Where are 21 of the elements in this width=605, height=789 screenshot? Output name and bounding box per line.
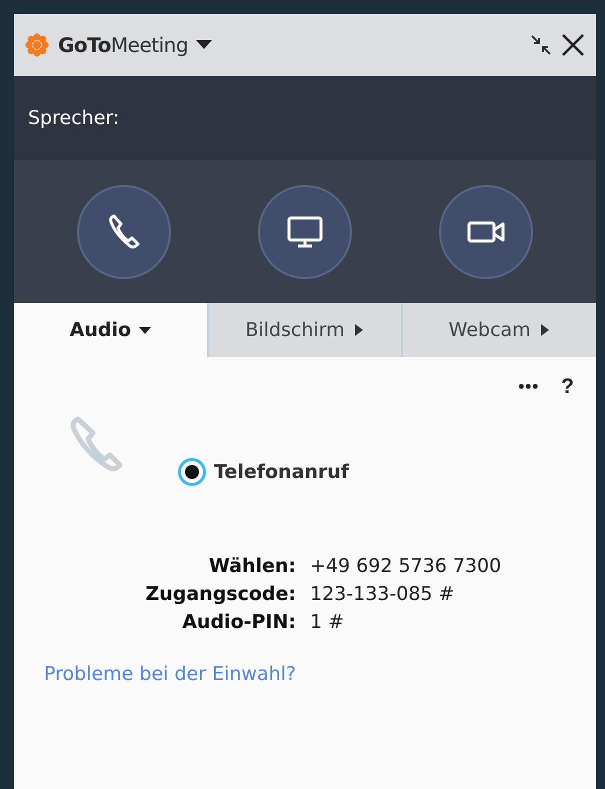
caret-icon[interactable] [196,40,212,50]
field-value: 1 # [310,611,346,633]
radio-button[interactable] [178,458,206,486]
field-label: Wählen: [208,555,296,577]
field-label: Zugangscode: [145,583,296,605]
tab[interactable]: Webcam [401,303,596,357]
tab[interactable]: Bildschirm [206,303,402,357]
caret-icon [352,324,365,336]
caret-icon [139,324,152,336]
app-name: GoToMeeting [58,33,188,57]
field-label: Audio-PIN: [182,611,296,633]
speaker-label: Sprecher: [28,107,120,129]
close-icon[interactable] [560,32,586,58]
more-button[interactable]: ••• [518,375,540,399]
radio-label: Telefonanruf [214,461,350,483]
asterisk-logo-icon [24,32,50,58]
caret-icon [538,324,551,336]
field-value: 123-133-085 # [310,583,456,605]
field-value: +49 692 5736 7300 [310,555,502,577]
help-button[interactable]: ? [561,375,574,399]
collapse-icon[interactable] [530,34,552,56]
